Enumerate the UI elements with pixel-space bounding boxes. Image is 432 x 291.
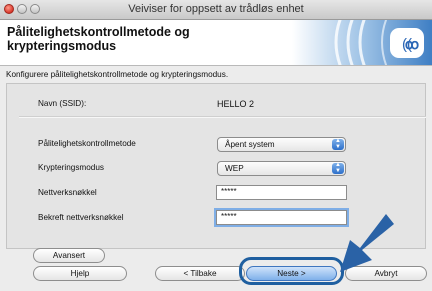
auth-method-value: Åpent system: [225, 140, 275, 149]
wireless-logo-icon: (( ꝏ: [292, 20, 432, 65]
title-bar: Veiviser for oppsett av trådløs enhet: [0, 0, 432, 20]
divider: [19, 116, 426, 118]
select-arrows-icon: ▲ ▼: [332, 138, 344, 150]
auth-method-select[interactable]: Åpent system ▲ ▼: [217, 137, 346, 152]
advanced-button[interactable]: Avansert: [33, 248, 105, 263]
network-key-label: Nettverksnøkkel: [38, 188, 97, 197]
select-arrows-icon: ▲ ▼: [332, 162, 344, 174]
encryption-mode-select[interactable]: WEP ▲ ▼: [217, 161, 346, 176]
page-title: Pålitelighetskontrollmetode og krypterin…: [7, 25, 190, 53]
svg-text:ꝏ: ꝏ: [405, 36, 419, 52]
page-title-line2: krypteringsmodus: [7, 39, 117, 53]
pointer-arrow-icon: [340, 214, 394, 272]
confirm-key-label: Bekreft nettverksnøkkel: [38, 213, 124, 222]
ssid-label: Navn (SSID):: [38, 99, 87, 108]
window-title: Veiviser for oppsett av trådløs enhet: [128, 3, 304, 15]
ssid-value: HELLO 2: [217, 99, 255, 109]
intro-text: Konfigurere pålitelighetskontrollmetode …: [6, 70, 229, 79]
page-title-line1: Pålitelighetskontrollmetode og: [7, 25, 190, 39]
encryption-mode-label: Krypteringsmodus: [38, 163, 104, 172]
help-button[interactable]: Hjelp: [33, 266, 127, 281]
wizard-window: Veiviser for oppsett av trådløs enhet På…: [0, 0, 432, 291]
auth-method-label: Pålitelighetskontrollmetode: [38, 139, 136, 148]
wizard-header: Pålitelighetskontrollmetode og krypterin…: [0, 20, 432, 66]
encryption-mode-value: WEP: [225, 164, 244, 173]
network-key-field[interactable]: *****: [216, 185, 347, 200]
back-button[interactable]: < Tilbake: [155, 266, 245, 281]
